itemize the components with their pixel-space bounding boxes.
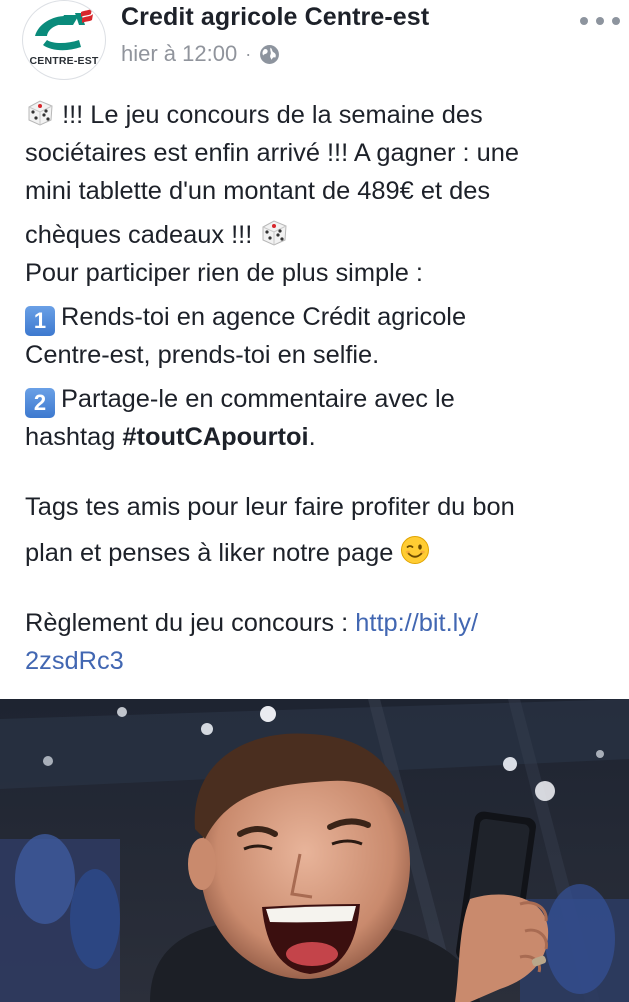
avatar-caption: CENTRE-EST <box>29 55 99 67</box>
message-text: chèques cadeaux !!! <box>25 221 253 249</box>
message-line: 2zsdRc3 <box>25 642 615 680</box>
more-dot <box>596 17 604 25</box>
facebook-post: CENTRE-EST Credit agricole Centre-est hi… <box>0 0 629 1002</box>
message-text: hashtag <box>25 423 123 451</box>
message-text: plan et penses à liker notre page <box>25 539 394 567</box>
message-text: sociétaires est enfin arrivé !!! A gagne… <box>25 139 519 167</box>
message-line: sociétaires est enfin arrivé !!! A gagne… <box>25 134 615 172</box>
credit-agricole-logo-icon <box>35 8 93 51</box>
post-message: !!! Le jeu concours de la semaine des so… <box>25 96 615 680</box>
rules-link-continued[interactable]: 2zsdRc3 <box>25 647 124 675</box>
message-text: Rends-toi en agence Crédit agricole <box>61 303 467 331</box>
message-text: Partage-le en commentaire avec le <box>61 385 455 413</box>
message-line: Pour participer rien de plus simple : <box>25 254 615 292</box>
message-line: chèques cadeaux !!! <box>25 216 615 254</box>
message-text: Pour participer rien de plus simple : <box>25 259 423 287</box>
post-meta: hier à 12:00 · <box>121 40 280 68</box>
post-timestamp[interactable]: hier à 12:00 <box>121 41 237 67</box>
more-dots-icon <box>580 17 588 25</box>
step-1-line: 1 Rends-toi en agence Crédit agricole <box>25 298 615 336</box>
post-photo[interactable] <box>0 699 629 1002</box>
step-2-line: 2 Partage-le en commentaire avec le <box>25 380 615 418</box>
more-options-button[interactable] <box>580 8 620 34</box>
message-line: hashtag #toutCApourtoi. <box>25 418 615 456</box>
winking-face-icon <box>401 536 430 564</box>
message-line: plan et penses à liker notre page <box>25 534 615 572</box>
globe-icon[interactable] <box>259 44 280 65</box>
keycap-2-icon: 2 <box>25 388 55 418</box>
meta-separator: · <box>245 43 252 64</box>
game-die-icon <box>262 220 287 246</box>
rules-link[interactable]: http://bit.ly/ <box>355 609 478 637</box>
more-dot <box>612 17 620 25</box>
message-line: Règlement du jeu concours : http://bit.l… <box>25 604 615 642</box>
page-name-link[interactable]: Credit agricole Centre-est <box>121 3 429 32</box>
message-text: . <box>308 423 316 451</box>
photo-laughing-man-with-phone <box>0 699 629 1002</box>
message-line: Centre-est, prends-toi en selfie. <box>25 336 615 374</box>
message-line: !!! Le jeu concours de la semaine des <box>25 96 615 134</box>
game-die-icon <box>28 100 53 126</box>
page-avatar[interactable]: CENTRE-EST <box>22 0 106 80</box>
message-text: Centre-est, prends-toi en selfie. <box>25 341 380 369</box>
message-text: Tags tes amis pour leur faire profiter d… <box>25 493 515 521</box>
hashtag-link[interactable]: #toutCApourtoi <box>122 423 308 451</box>
keycap-1-icon: 1 <box>25 306 55 336</box>
message-text: Règlement du jeu concours : <box>25 609 356 637</box>
post-header: CENTRE-EST Credit agricole Centre-est hi… <box>0 0 629 88</box>
message-line: Tags tes amis pour leur faire profiter d… <box>25 488 615 526</box>
message-text: mini tablette d'un montant de 489€ et de… <box>25 177 491 205</box>
message-line: mini tablette d'un montant de 489€ et de… <box>25 172 615 210</box>
message-text: !!! Le jeu concours de la semaine des <box>62 101 483 129</box>
